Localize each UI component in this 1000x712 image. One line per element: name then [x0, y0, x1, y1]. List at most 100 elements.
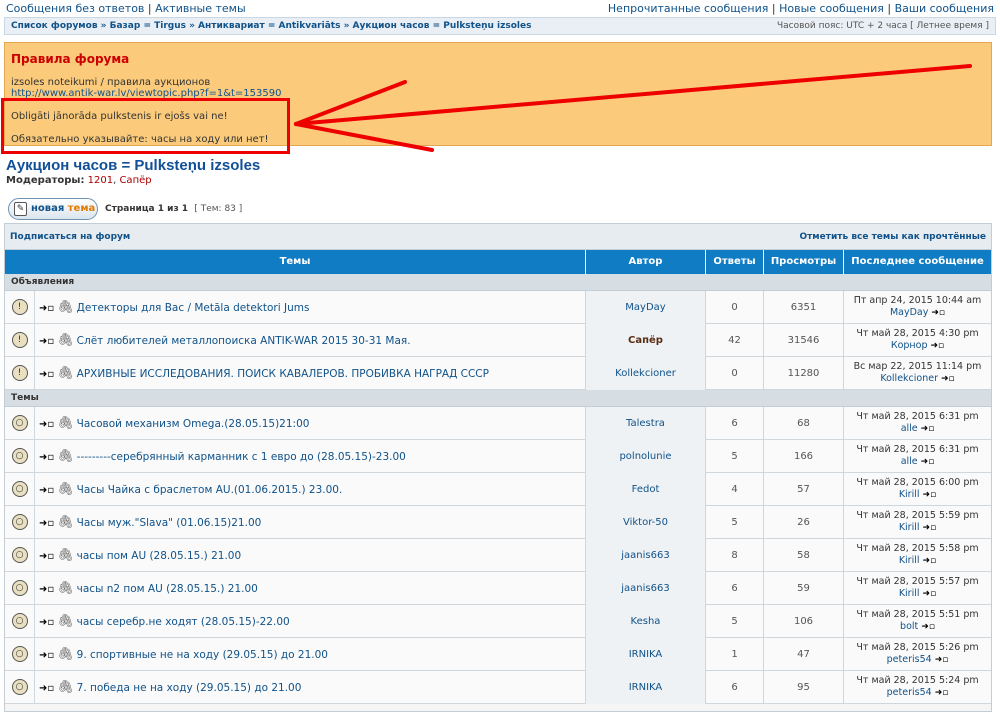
last-post-user[interactable]: bolt — [900, 621, 918, 632]
subscribe-forum-link[interactable]: Подписаться на форум — [10, 224, 130, 250]
column-header-author[interactable]: Автор — [586, 250, 706, 274]
topic-icon: ○ — [11, 679, 28, 695]
goto-last-post-icon[interactable]: ➜▫ — [923, 556, 937, 566]
author-cell[interactable]: Kesha — [586, 605, 706, 638]
table-row[interactable]: ! ➜▫ 🖇 АРХИВНЫЕ ИССЛЕДОВАНИЯ. ПОИСК КАВАЛЕР… — [5, 357, 991, 390]
topic-link[interactable]: Часы Чайка с браслетом AU.(01.06.2015.) … — [77, 484, 343, 496]
goto-last-post-icon[interactable]: ➜▫ — [921, 424, 935, 434]
author-cell[interactable]: IRNIKA — [586, 671, 706, 704]
last-post-user[interactable]: Kirill — [899, 555, 920, 566]
goto-new-icon[interactable]: ➜▫ — [39, 551, 54, 562]
goto-new-icon[interactable]: ➜▫ — [39, 303, 54, 314]
topic-link[interactable]: часы n2 пом AU (28.05.15.) 21.00 — [77, 583, 258, 595]
last-post-user[interactable]: Kirill — [899, 522, 920, 533]
goto-new-icon[interactable]: ➜▫ — [39, 485, 54, 496]
breadcrumb[interactable]: Список форумов » Базар = Tirgus » Антикв… — [11, 21, 531, 31]
table-row[interactable]: ○ ➜▫ 🖇 ---------серебрянный карманник с 1 е… — [5, 440, 991, 473]
goto-new-icon[interactable]: ➜▫ — [39, 683, 54, 694]
attachment-icon: 🖇 — [57, 416, 74, 431]
goto-last-post-icon[interactable]: ➜▫ — [935, 688, 949, 698]
topic-title-cell: ➜▫ 🖇 Слёт любителей металлопоиска ANTIK-WA… — [35, 324, 586, 357]
author-cell[interactable]: Сапёр — [586, 324, 706, 357]
column-header-replies[interactable]: Ответы — [706, 250, 764, 274]
table-row[interactable]: ○ ➜▫ 🖇 часы n2 пом AU (28.05.15.) 21.00 jaan… — [5, 572, 991, 605]
topic-link[interactable]: Детекторы для Вас / Metāla detektori Jum… — [77, 302, 310, 314]
topic-link[interactable]: АРХИВНЫЕ ИССЛЕДОВАНИЯ. ПОИСК КАВАЛЕРОВ. … — [77, 368, 489, 380]
author-cell[interactable]: polnolunie — [586, 440, 706, 473]
views-cell: 11280 — [764, 357, 844, 390]
moderator-link[interactable]: Сапёр — [119, 175, 151, 186]
author-cell[interactable]: jaanis663 — [586, 539, 706, 572]
goto-new-icon[interactable]: ➜▫ — [39, 369, 54, 380]
topic-link[interactable]: Часы муж."Slava" (01.06.15)21.00 — [77, 517, 262, 529]
goto-last-post-icon[interactable]: ➜▫ — [923, 589, 937, 599]
new-topic-button[interactable]: ✎ новая тема — [8, 198, 98, 220]
goto-new-icon[interactable]: ➜▫ — [39, 336, 54, 347]
last-post-user[interactable]: peteris54 — [887, 687, 932, 698]
author-cell[interactable]: Kollekcioner — [586, 357, 706, 390]
forum-title[interactable]: Аукцион часов = Pulksteņu izsoles — [6, 157, 260, 174]
active-topics-link[interactable]: Активные темы — [155, 2, 246, 15]
moderator-link[interactable]: 1201 — [88, 175, 113, 186]
unanswered-posts-link[interactable]: Сообщения без ответов — [6, 2, 144, 15]
goto-last-post-icon[interactable]: ➜▫ — [931, 308, 945, 318]
table-row[interactable]: ○ ➜▫ 🖇 Часы муж."Slava" (01.06.15)21.00 Vikt… — [5, 506, 991, 539]
topic-status-icon: ○ — [5, 407, 35, 440]
goto-last-post-icon[interactable]: ➜▫ — [921, 457, 935, 467]
table-row[interactable]: ○ ➜▫ 🖇 Часы Чайка с браслетом AU.(01.06.201… — [5, 473, 991, 506]
author-cell[interactable]: jaanis663 — [586, 572, 706, 605]
author-cell[interactable]: IRNIKA — [586, 638, 706, 671]
new-posts-link[interactable]: Новые сообщения — [779, 2, 884, 15]
table-row[interactable]: ○ ➜▫ 🖇 Часовой механизм Omega.(28.05.15)21:… — [5, 407, 991, 440]
views-cell: 58 — [764, 539, 844, 572]
last-post-user[interactable]: alle — [901, 456, 918, 467]
separator: | — [147, 2, 152, 15]
goto-new-icon[interactable]: ➜▫ — [39, 584, 54, 595]
table-row[interactable]: ○ ➜▫ 🖇 часы серебр.не ходят (28.05.15)-22.0… — [5, 605, 991, 638]
topic-link[interactable]: Слёт любителей металлопоиска ANTIK-WAR 2… — [77, 335, 411, 347]
goto-new-icon[interactable]: ➜▫ — [39, 419, 54, 430]
goto-last-post-icon[interactable]: ➜▫ — [923, 523, 937, 533]
table-row[interactable]: ○ ➜▫ 🖇 7. победа не на ходу (29.05.15) до 2… — [5, 671, 991, 704]
topic-link[interactable]: ---------серебрянный карманник с 1 евро … — [77, 451, 406, 463]
goto-new-icon[interactable]: ➜▫ — [39, 650, 54, 661]
column-header-last-post[interactable]: Последнее сообщение — [844, 250, 991, 274]
goto-last-post-icon[interactable]: ➜▫ — [921, 622, 935, 632]
last-post-user[interactable]: Kirill — [899, 489, 920, 500]
last-post-user[interactable]: alle — [901, 423, 918, 434]
top-right-links: Непрочитанные сообщения | Новые сообщени… — [608, 0, 994, 18]
mark-read-link[interactable]: Отметить все темы как прочтённые — [799, 224, 986, 250]
goto-last-post-icon[interactable]: ➜▫ — [941, 374, 955, 384]
topic-link[interactable]: 9. спортивные не на ходу (29.05.15) до 2… — [77, 649, 328, 661]
author-cell[interactable]: Viktor-50 — [586, 506, 706, 539]
author-cell[interactable]: MayDay — [586, 291, 706, 324]
last-post-user[interactable]: MayDay — [890, 307, 928, 318]
last-post-cell: Пт апр 24, 2015 10:44 am MayDay ➜▫ — [844, 291, 991, 324]
topic-link[interactable]: часы пом AU (28.05.15.) 21.00 — [77, 550, 241, 562]
last-post-user[interactable]: Kirill — [899, 588, 920, 599]
table-row[interactable]: ○ ➜▫ 🖇 9. спортивные не на ходу (29.05.15) … — [5, 638, 991, 671]
last-post-cell: Чт май 28, 2015 5:24 pm peteris54 ➜▫ — [844, 671, 991, 704]
your-posts-link[interactable]: Ваши сообщения — [895, 2, 994, 15]
author-cell[interactable]: Talestra — [586, 407, 706, 440]
goto-new-icon[interactable]: ➜▫ — [39, 452, 54, 463]
goto-last-post-icon[interactable]: ➜▫ — [931, 341, 945, 351]
topic-link[interactable]: Часовой механизм Omega.(28.05.15)21:00 — [77, 418, 310, 430]
table-row[interactable]: ○ ➜▫ 🖇 часы пом AU (28.05.15.) 21.00 jaanis6… — [5, 539, 991, 572]
column-header-topics[interactable]: Темы — [5, 250, 586, 274]
goto-last-post-icon[interactable]: ➜▫ — [935, 655, 949, 665]
last-post-user[interactable]: Корнор — [891, 340, 928, 351]
table-row[interactable]: ! ➜▫ 🖇 Слёт любителей металлопоиска ANTIK-W… — [5, 324, 991, 357]
last-post-user[interactable]: Kollekcioner — [880, 373, 938, 384]
goto-new-icon[interactable]: ➜▫ — [39, 617, 54, 628]
topic-link[interactable]: часы серебр.не ходят (28.05.15)-22.00 — [77, 616, 290, 628]
unread-posts-link[interactable]: Непрочитанные сообщения — [608, 2, 768, 15]
column-header-views[interactable]: Просмотры — [764, 250, 844, 274]
goto-last-post-icon[interactable]: ➜▫ — [923, 490, 937, 500]
table-row[interactable]: ! ➜▫ 🖇 Детекторы для Вас / Metāla detektori… — [5, 291, 991, 324]
author-cell[interactable]: Fedot — [586, 473, 706, 506]
topic-status-icon: ! — [5, 324, 35, 357]
topic-link[interactable]: 7. победа не на ходу (29.05.15) до 21.00 — [77, 682, 302, 694]
goto-new-icon[interactable]: ➜▫ — [39, 518, 54, 529]
last-post-user[interactable]: peteris54 — [887, 654, 932, 665]
